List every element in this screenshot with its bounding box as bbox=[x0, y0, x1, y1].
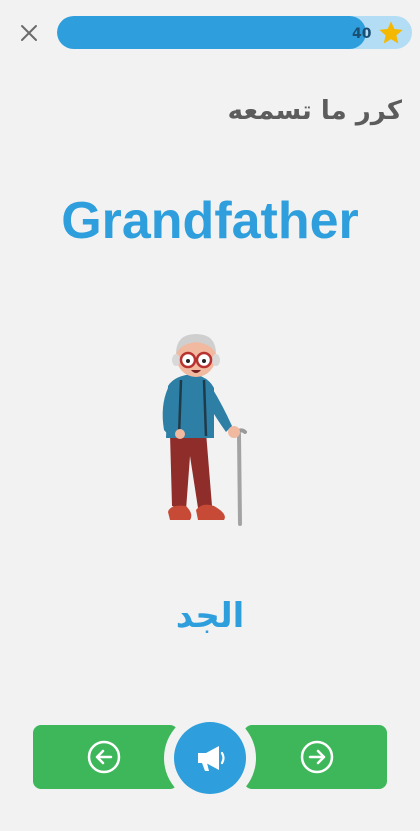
megaphone-icon bbox=[198, 746, 225, 771]
score-count: 40 bbox=[352, 26, 372, 42]
arrow-left-icon bbox=[87, 740, 121, 774]
previous-button[interactable] bbox=[33, 725, 178, 789]
target-word-arabic: الجد bbox=[175, 596, 245, 636]
target-word-english: Grandfather bbox=[61, 192, 359, 250]
next-button[interactable] bbox=[244, 725, 387, 789]
close-icon bbox=[21, 25, 37, 41]
star-icon bbox=[379, 21, 403, 44]
progress-fill bbox=[57, 16, 366, 49]
instruction-text: كرر ما تسمعه bbox=[227, 96, 402, 126]
play-audio-button[interactable] bbox=[174, 722, 246, 794]
arrow-right-icon bbox=[300, 740, 334, 774]
grandfather-illustration bbox=[162, 334, 247, 526]
close-button[interactable] bbox=[17, 21, 41, 45]
